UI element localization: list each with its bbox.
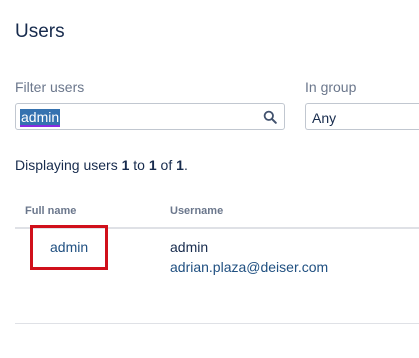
users-page: Users Filter users admin In group Any Di… [0, 0, 419, 358]
in-group-label: In group [305, 79, 357, 95]
column-header-username[interactable]: Username [170, 205, 223, 217]
page-title: Users [15, 21, 65, 42]
filter-users-value: admin [20, 109, 61, 127]
table-row-divider [15, 323, 419, 324]
in-group-selected-value: Any [312, 110, 337, 126]
filter-users-input[interactable]: admin [15, 103, 285, 130]
summary-to: 1 [148, 157, 157, 173]
user-email-link[interactable]: adrian.plaza@deiser.com [170, 259, 328, 275]
column-header-full-name[interactable]: Full name [25, 205, 76, 217]
in-group-select[interactable]: Any [305, 103, 419, 130]
highlight-annotation-box [30, 225, 108, 270]
results-summary: Displaying users 1 to 1 of 1. [15, 157, 188, 173]
user-username: admin [170, 239, 209, 255]
search-icon[interactable] [263, 110, 277, 124]
summary-total: 1 [176, 157, 184, 173]
filter-users-label: Filter users [15, 79, 85, 95]
